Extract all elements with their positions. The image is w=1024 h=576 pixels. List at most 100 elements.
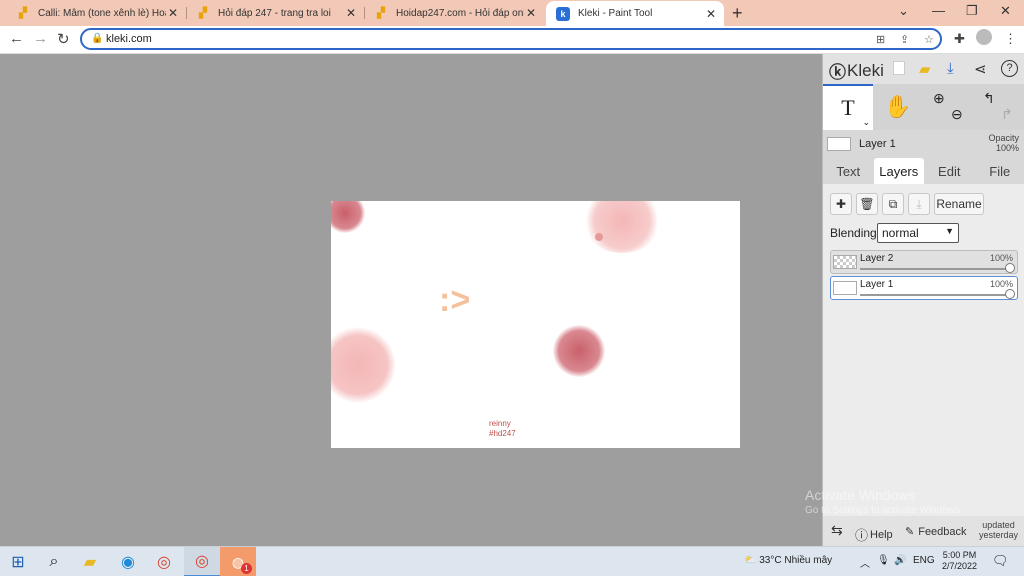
translate-icon[interactable]: ⊞	[876, 33, 885, 46]
show-hidden-icons-chevron-icon[interactable]: ︿	[860, 555, 870, 570]
file-explorer-icon[interactable]: ▰	[72, 547, 108, 576]
search-icon[interactable]: ⌕	[36, 547, 72, 576]
weather-cloud-icon: ⛅	[744, 555, 757, 566]
tab-label: Calli: Mâm (tone xênh lè) Hoặc zi	[38, 7, 166, 19]
current-layer-name: Layer 1	[859, 138, 896, 150]
share-icon[interactable]: ⋖	[974, 60, 987, 78]
clock[interactable]: 5:00 PM 2/7/2022	[942, 550, 977, 572]
forward-button[interactable]: →	[33, 30, 48, 47]
tab-search-chevron-icon[interactable]: ⌄	[898, 3, 909, 19]
hand-tool-button[interactable]: ✋	[873, 84, 923, 130]
undo-redo-controls[interactable]: ↰ ↱	[975, 84, 1024, 130]
blending-select[interactable]: normal ▼	[877, 223, 959, 243]
browser-tab-1[interactable]: ▞ Calli: Mâm (tone xênh lè) Hoặc zi ✕	[6, 2, 186, 24]
new-tab-button[interactable]: +	[732, 3, 743, 24]
app-with-badge-icon[interactable]: ◍ 1	[220, 547, 256, 576]
bookmark-star-icon[interactable]: ☆	[924, 33, 934, 46]
tab-file[interactable]: File	[975, 158, 1024, 184]
hoidap-favicon-icon: ▞	[19, 7, 27, 19]
restore-button[interactable]: ❐	[966, 3, 978, 19]
feedback-icon: ✎	[905, 526, 915, 538]
layer-thumbnail	[827, 137, 851, 151]
tab-layers[interactable]: Layers	[873, 158, 924, 184]
address-bar[interactable]: 🔒 kleki.com ⊞ ⇪ ☆	[80, 28, 942, 50]
microphone-icon[interactable]: 🎙	[877, 555, 890, 566]
browser-tab-3[interactable]: ▞ Hoidap247.com - Hỏi đáp online ✕	[364, 2, 544, 24]
undo-icon[interactable]: ↰	[983, 90, 995, 107]
chrome-active-icon[interactable]: ◎	[184, 547, 220, 576]
edge-icon[interactable]: ◉	[110, 547, 146, 576]
browser-tab-2[interactable]: ▞ Hỏi đáp 247 - trang tra loi ✕	[186, 2, 364, 24]
help-link[interactable]: ⓘ Help	[855, 525, 893, 544]
slider-knob[interactable]	[1005, 263, 1015, 273]
smiley-face-doodle: :>	[439, 281, 471, 319]
kleki-logo[interactable]: ⓚ Kleki	[829, 58, 884, 83]
merge-down-button[interactable]: ⤓	[908, 193, 930, 215]
browser-tab-strip: ▞ Calli: Mâm (tone xênh lè) Hoặc zi ✕ ▞ …	[0, 0, 1024, 26]
language-indicator[interactable]: ENG	[913, 555, 935, 566]
drawing-canvas[interactable]: :> reinny #hd247	[331, 201, 740, 448]
back-button[interactable]: ←	[9, 30, 24, 47]
chevron-down-icon: ⌄	[862, 117, 870, 127]
layer-row-selected[interactable]: Layer 1 100%	[830, 276, 1018, 300]
watermark-title: Activate Windows	[805, 487, 916, 503]
kleki-sidebar: ⓚ Kleki ▰ ⤓ ⋖ ? T ⌄ ✋ ⊕ ⊖ ↰ ↱ Layer 1 Op…	[822, 54, 1024, 546]
open-folder-icon[interactable]: ▰	[919, 60, 931, 78]
close-tab-icon[interactable]: ✕	[166, 6, 180, 20]
updated-note: updated yesterday	[979, 520, 1018, 540]
chrome-icon[interactable]: ◎	[146, 547, 182, 576]
brush-blob-bottom-left	[331, 327, 395, 403]
close-window-button[interactable]: ✕	[1000, 3, 1011, 19]
zoom-controls[interactable]: ⊕ ⊖	[925, 84, 975, 130]
volume-icon[interactable]: 🔊	[894, 555, 906, 566]
browser-tab-4-active[interactable]: k Kleki - Paint Tool ✕	[546, 1, 724, 26]
tab-edit[interactable]: Edit	[924, 158, 975, 184]
rename-button[interactable]: Rename	[934, 193, 984, 215]
tab-text[interactable]: Text	[823, 158, 874, 184]
clock-date: 2/7/2022	[942, 561, 978, 571]
notification-badge: 1	[241, 563, 252, 574]
help-icon[interactable]: ?	[1001, 60, 1018, 77]
signature-text: reinny #hd247	[489, 419, 516, 439]
feedback-label: Feedback	[918, 525, 967, 538]
profile-avatar[interactable]	[976, 29, 992, 45]
redo-icon[interactable]: ↱	[1001, 106, 1013, 123]
slider-knob[interactable]	[1005, 289, 1015, 299]
duplicate-layer-button[interactable]: ⧉	[882, 193, 904, 215]
add-layer-button[interactable]: ✚	[830, 193, 852, 215]
layer-row[interactable]: Layer 2 100%	[830, 250, 1018, 274]
kleki-brand-text: Kleki	[847, 60, 884, 80]
feedback-link[interactable]: ✎ Feedback	[905, 525, 967, 539]
layer-opacity-slider[interactable]	[860, 294, 1006, 296]
close-tab-icon[interactable]: ✕	[704, 7, 718, 21]
watermark-subtitle: Go to Settings to activate Windows.	[805, 505, 963, 516]
share-icon[interactable]: ⇪	[900, 33, 909, 46]
close-tab-icon[interactable]: ✕	[344, 6, 358, 20]
reload-button[interactable]: ↻	[57, 30, 70, 48]
extensions-puzzle-icon[interactable]: ✚	[954, 31, 965, 47]
notifications-icon[interactable]: 🗨	[992, 553, 1009, 569]
lock-icon[interactable]: 🔒	[91, 33, 103, 44]
browser-toolbar: ← → ↻ 🔒 kleki.com ⊞ ⇪ ☆ ✚ ⋮	[0, 26, 1024, 54]
canvas-workspace[interactable]: :> reinny #hd247	[0, 54, 822, 546]
minimize-button[interactable]: —	[932, 3, 945, 18]
zoom-in-icon[interactable]: ⊕	[933, 90, 945, 107]
swap-side-icon[interactable]: ⇆	[831, 522, 843, 539]
trash-icon: 🗑	[859, 197, 875, 211]
plus-icon: ✚	[835, 197, 847, 211]
layer-opacity-slider[interactable]	[860, 268, 1006, 270]
text-tool-button[interactable]: T ⌄	[823, 84, 873, 130]
zoom-out-icon[interactable]: ⊖	[951, 106, 963, 123]
start-button[interactable]: ⊞	[0, 547, 36, 576]
download-icon[interactable]: ⤓	[947, 60, 954, 77]
opacity-label: Opacity	[988, 133, 1019, 143]
layer-name: Layer 2	[860, 253, 894, 264]
hoidap-favicon-icon: ▞	[199, 7, 207, 19]
delete-layer-button[interactable]: 🗑	[856, 193, 878, 215]
duplicate-icon: ⧉	[888, 196, 898, 211]
weather-widget[interactable]: ⛅ 33°C Nhiều mây	[744, 555, 832, 566]
tab-label: Hỏi đáp 247 - trang tra loi	[218, 7, 331, 19]
more-menu-icon[interactable]: ⋮	[1004, 31, 1017, 47]
close-tab-icon[interactable]: ✕	[524, 6, 538, 20]
new-image-icon[interactable]	[893, 61, 905, 75]
